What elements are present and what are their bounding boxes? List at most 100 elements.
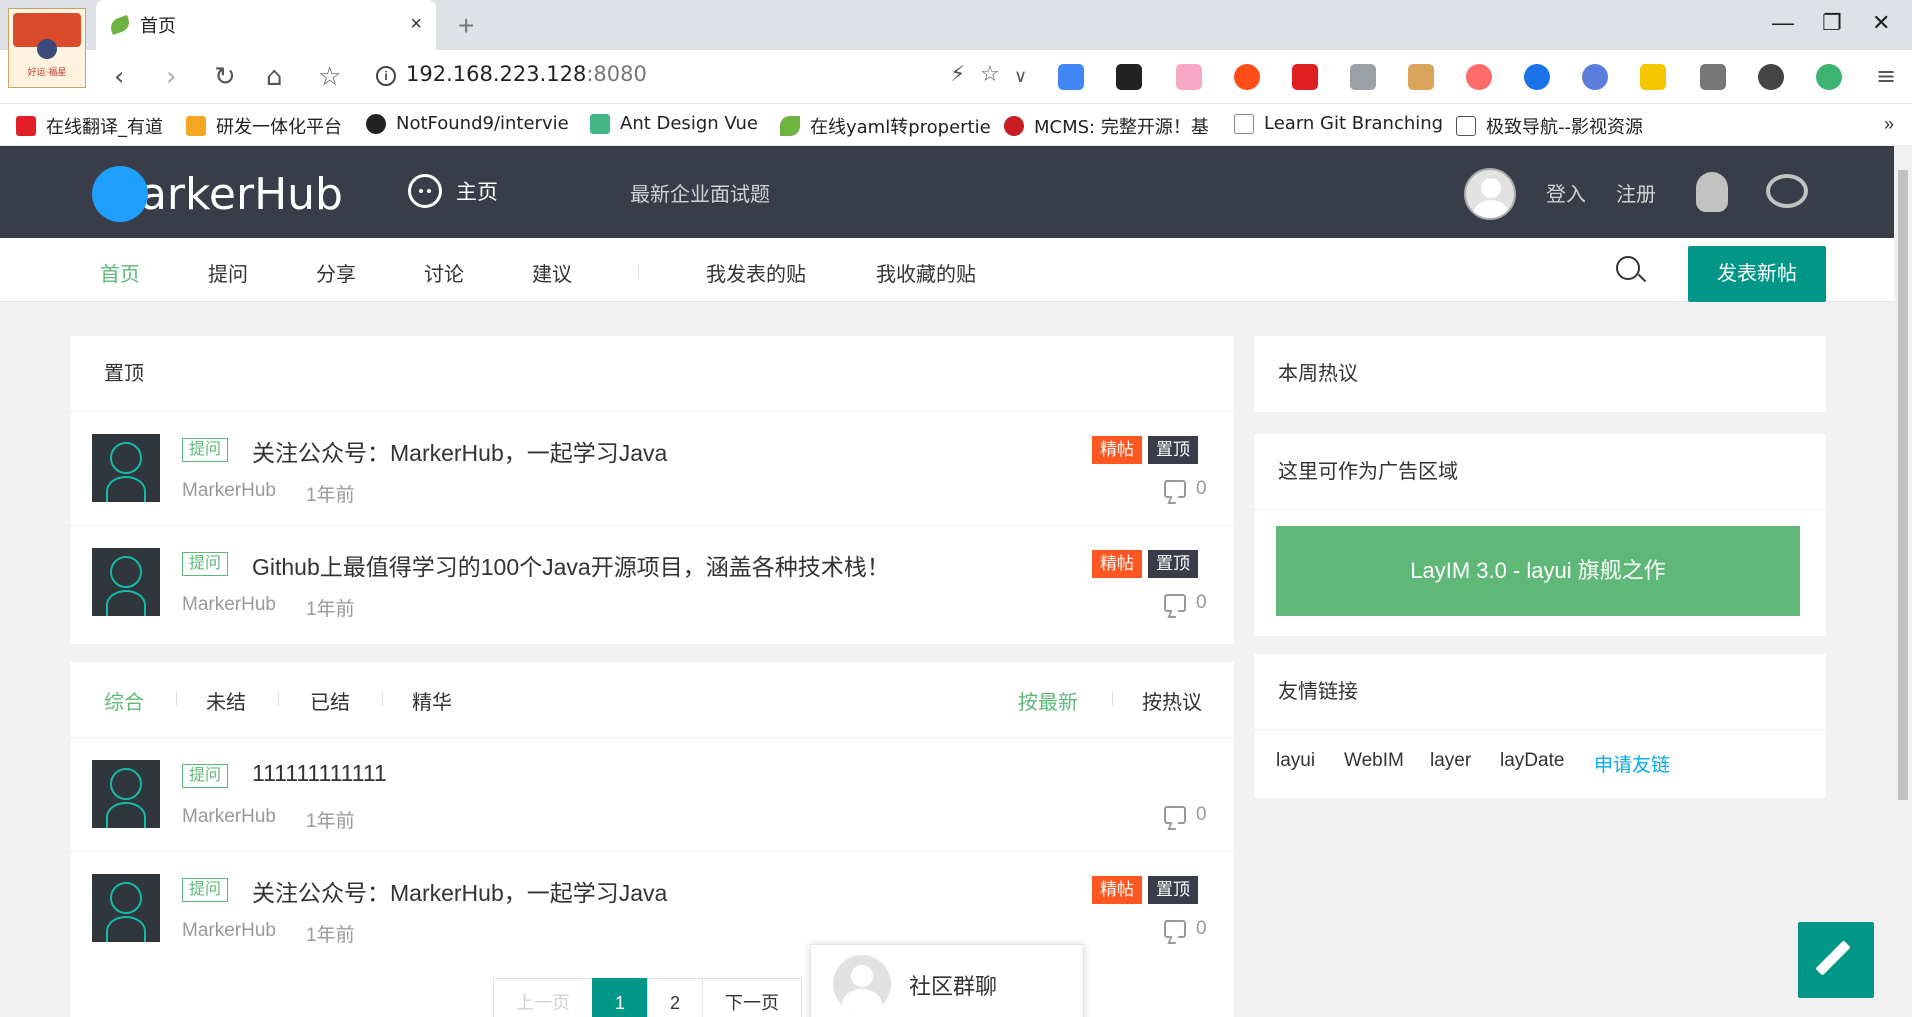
tampermonkey-extension-icon[interactable]: [1116, 64, 1142, 90]
search-icon[interactable]: [1616, 256, 1640, 280]
post-title-link[interactable]: Github上最值得学习的100个Java开源项目，涵盖各种技术栈！: [252, 548, 890, 582]
bookmark-nav[interactable]: 极致导航--影视资源: [1456, 113, 1666, 139]
weibo-login-icon[interactable]: [1766, 174, 1808, 208]
author-avatar[interactable]: [92, 760, 160, 828]
new-post-button[interactable]: 发表新帖: [1688, 246, 1826, 302]
filter-open[interactable]: 未结: [206, 686, 246, 715]
sort-hottest[interactable]: 按热议: [1142, 686, 1202, 715]
post-author-link[interactable]: MarkerHub: [182, 806, 276, 828]
site-info-icon[interactable]: i: [376, 66, 396, 86]
login-link[interactable]: 登入: [1546, 178, 1586, 207]
floating-edit-button[interactable]: [1798, 922, 1874, 998]
close-window-button[interactable]: ✕: [1872, 10, 1890, 36]
subnav-discuss[interactable]: 讨论: [424, 258, 464, 287]
qq-login-icon[interactable]: [1696, 172, 1728, 212]
bilibili-extension-icon[interactable]: [1176, 64, 1202, 90]
browser-tab-home[interactable]: 首页 ×: [96, 0, 436, 50]
community-chat-popup[interactable]: 社区群聊: [810, 944, 1084, 1017]
menu-icon[interactable]: ≡: [1876, 62, 1896, 90]
tab-close-icon[interactable]: ×: [410, 13, 422, 36]
nav-home-label: 主页: [456, 181, 498, 204]
new-tab-button[interactable]: +: [458, 10, 474, 42]
pinned-panel: 置顶 提问 关注公众号：MarkerHub，一起学习Java MarkerHub…: [70, 336, 1234, 644]
author-avatar[interactable]: [92, 548, 160, 616]
nav-home[interactable]: 主页: [408, 174, 498, 208]
featured-badge: 精帖: [1092, 550, 1142, 578]
browser-tab-bar: 好运·福星 首页 × + — ❐ ✕: [0, 0, 1912, 88]
recycle-extension-icon[interactable]: [1758, 64, 1784, 90]
favorite-icon[interactable]: ☆: [980, 62, 1000, 87]
friend-link-laydate[interactable]: layDate: [1500, 750, 1564, 772]
post-author-link[interactable]: MarkerHub: [182, 594, 276, 616]
pagination: 上一页 1 2 下一页: [493, 978, 803, 1017]
ad-banner[interactable]: LayIM 3.0 - layui 旗舰之作: [1276, 526, 1800, 616]
back-icon[interactable]: ‹: [114, 62, 124, 92]
subnav-home[interactable]: 首页: [100, 258, 140, 287]
comment-icon: [1164, 806, 1186, 824]
post-author-link[interactable]: MarkerHub: [182, 480, 276, 502]
subnav-my-favorites[interactable]: 我收藏的贴: [876, 258, 976, 287]
pager-page-2[interactable]: 2: [647, 978, 704, 1017]
bookmark-antd-vue[interactable]: Ant Design Vue: [590, 113, 774, 134]
sort-newest[interactable]: 按最新: [1018, 686, 1078, 715]
home-icon[interactable]: ⌂: [266, 62, 283, 92]
bookmarks-more-icon[interactable]: »: [1884, 114, 1894, 135]
bookmark-star-icon[interactable]: ☆: [318, 62, 341, 92]
minimize-button[interactable]: —: [1772, 10, 1794, 36]
lightning-icon[interactable]: ⚡: [950, 62, 965, 87]
filter-featured[interactable]: 精华: [412, 686, 452, 715]
profile-thumbnail[interactable]: 好运·福星: [8, 8, 86, 88]
post-title-link[interactable]: 关注公众号：MarkerHub，一起学习Java: [252, 874, 667, 908]
chevron-down-icon[interactable]: ∨: [1014, 66, 1027, 87]
friend-link-layui[interactable]: layui: [1276, 750, 1315, 772]
pager-page-1[interactable]: 1: [592, 978, 649, 1017]
subnav-question[interactable]: 提问: [208, 258, 248, 287]
apply-link[interactable]: 申请友链: [1594, 750, 1670, 777]
filter-closed[interactable]: 已结: [310, 686, 350, 715]
chat-extension-icon[interactable]: [1640, 64, 1666, 90]
author-avatar[interactable]: [92, 434, 160, 502]
reload-icon[interactable]: ↻: [214, 62, 236, 92]
post-time: 1年前: [306, 485, 355, 506]
site-logo[interactable]: MarkerHub: [92, 166, 343, 222]
fe-extension-icon[interactable]: [1292, 64, 1318, 90]
bookmark-platform[interactable]: 研发一体化平台: [186, 113, 356, 139]
vue-devtools-icon[interactable]: [1350, 64, 1376, 90]
post-row[interactable]: 提问 111111111111 MarkerHub 1年前 0: [70, 738, 1234, 852]
nav-interview[interactable]: 最新企业面试题: [630, 178, 770, 207]
user-avatar-icon[interactable]: [1464, 168, 1516, 220]
author-avatar[interactable]: [92, 874, 160, 942]
post-title-link[interactable]: 关注公众号：MarkerHub，一起学习Java: [252, 434, 667, 468]
earth-extension-icon[interactable]: [1816, 64, 1842, 90]
download-icon[interactable]: [1700, 64, 1726, 90]
filter-all[interactable]: 综合: [104, 686, 144, 715]
bag-extension-icon[interactable]: [1408, 64, 1434, 90]
friend-link-layer[interactable]: layer: [1430, 750, 1471, 772]
maximize-button[interactable]: ❐: [1822, 10, 1842, 36]
subnav-my-posts[interactable]: 我发表的贴: [706, 258, 806, 287]
pager-prev[interactable]: 上一页: [493, 978, 593, 1017]
pinned-post-row[interactable]: 提问 Github上最值得学习的100个Java开源项目，涵盖各种技术栈！ Ma…: [70, 526, 1234, 640]
page-scrollbar[interactable]: [1894, 146, 1912, 1017]
bookmark-learn-git[interactable]: Learn Git Branching: [1234, 113, 1454, 134]
bookmark-mcms[interactable]: MCMS: 完整开源！基: [1004, 113, 1214, 139]
bookmark-yaml[interactable]: 在线yaml转propertie: [780, 113, 1020, 139]
globe-extension-icon[interactable]: [1582, 64, 1608, 90]
url-input[interactable]: 192.168.223.128:8080: [406, 62, 647, 86]
friend-link-webim[interactable]: WebIM: [1344, 750, 1404, 772]
bookmark-youdao[interactable]: 在线翻译_有道: [16, 113, 176, 139]
comment-count: 0: [1164, 478, 1207, 500]
post-author-link[interactable]: MarkerHub: [182, 920, 276, 942]
pager-next[interactable]: 下一页: [702, 978, 803, 1017]
register-link[interactable]: 注册: [1616, 178, 1656, 207]
infinity-extension-icon[interactable]: [1234, 64, 1260, 90]
post-title-link[interactable]: 111111111111: [252, 760, 387, 787]
translate-extension-icon[interactable]: [1058, 64, 1084, 90]
bookmark-github[interactable]: NotFound9/intervie: [366, 113, 576, 134]
forward-icon[interactable]: ›: [166, 62, 176, 92]
subnav-share[interactable]: 分享: [316, 258, 356, 287]
code-extension-icon[interactable]: [1524, 64, 1550, 90]
subnav-suggest[interactable]: 建议: [532, 258, 572, 287]
pinned-post-row[interactable]: 提问 关注公众号：MarkerHub，一起学习Java MarkerHub 1年…: [70, 412, 1234, 526]
network-extension-icon[interactable]: [1466, 64, 1492, 90]
